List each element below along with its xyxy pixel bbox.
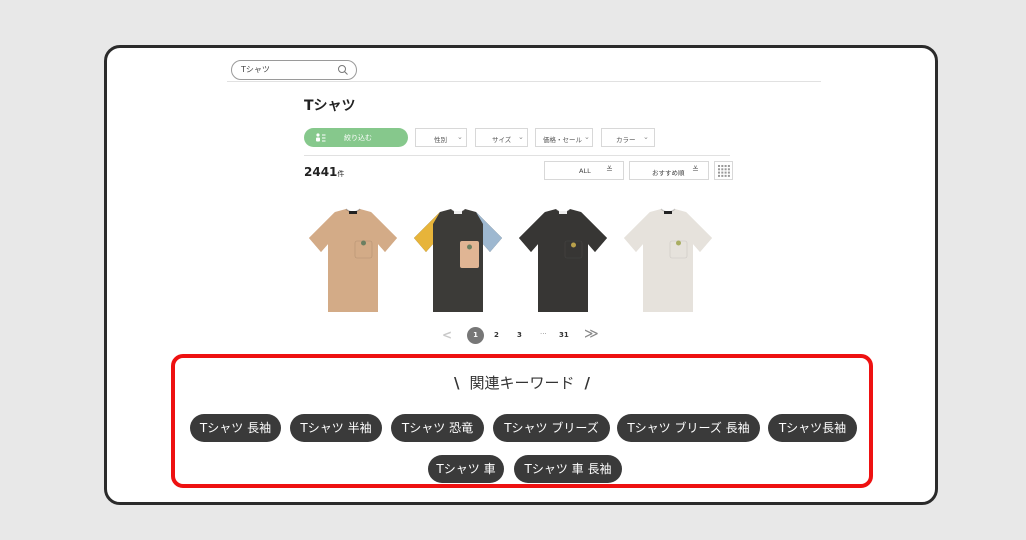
product-card[interactable]: [301, 200, 405, 322]
grid-icon: [718, 165, 730, 177]
dropdown-label: ALL: [579, 167, 591, 175]
page-2-button[interactable]: 2: [494, 331, 499, 339]
dropdown-label: カラー: [616, 136, 636, 144]
filter-icon: [316, 133, 326, 142]
heading-text: 関連キーワード: [469, 374, 575, 392]
chevron-down-icon: ⌄: [457, 133, 463, 141]
keyword-chip[interactable]: Tシャツ 車: [428, 455, 504, 483]
page-1-button[interactable]: 1: [467, 327, 484, 344]
tshirt-image: [301, 200, 405, 322]
price-sale-dropdown[interactable]: 価格・セール ⌄: [535, 128, 593, 147]
search-input[interactable]: Tシャツ: [231, 60, 357, 80]
product-card[interactable]: [616, 200, 720, 322]
page-3-button[interactable]: 3: [517, 331, 522, 339]
keyword-chip[interactable]: Tシャツ 半袖: [290, 414, 382, 442]
tshirt-image: [406, 200, 510, 322]
heading-slash-left: \: [454, 374, 460, 392]
narrow-down-label: 絞り込む: [344, 134, 372, 142]
next-page-button[interactable]: ≫: [584, 326, 599, 342]
page-31-button[interactable]: 31: [559, 331, 569, 339]
heading-slash-right: /: [584, 374, 590, 392]
pagination: < 1 2 3 ··· 31 ≫: [442, 325, 612, 347]
chevron-down-icon: ⌄: [584, 133, 590, 141]
chevron-down-icon: ⌄: [643, 133, 649, 141]
dropdown-label: サイズ: [492, 136, 512, 144]
keyword-chip[interactable]: Tシャツ 長袖: [190, 414, 281, 442]
keyword-chip[interactable]: Tシャツ ブリーズ: [493, 414, 610, 442]
sort-order-dropdown[interactable]: おすすめ順 ≚: [629, 161, 709, 180]
related-keywords-section: \ 関連キーワード / Tシャツ 長袖 Tシャツ 半袖 Tシャツ 恐竜 Tシャツ ブ…: [171, 354, 873, 488]
keyword-chip[interactable]: Tシャツ 車 長袖: [514, 455, 622, 483]
product-card[interactable]: [406, 200, 510, 322]
prev-page-button[interactable]: <: [442, 328, 452, 342]
size-dropdown[interactable]: サイズ ⌄: [475, 128, 528, 147]
double-chevron-down-icon: ≚: [606, 165, 613, 174]
double-chevron-down-icon: ≚: [692, 165, 699, 174]
keyword-chip[interactable]: Tシャツ長袖: [768, 414, 857, 442]
related-keywords-heading: \ 関連キーワード /: [175, 372, 869, 393]
tshirt-image: [616, 200, 720, 322]
color-dropdown[interactable]: カラー ⌄: [601, 128, 655, 147]
dropdown-label: おすすめ順: [652, 169, 685, 177]
dropdown-label: 価格・セール: [543, 136, 582, 144]
page-title: Tシャツ: [304, 98, 356, 114]
grid-view-toggle[interactable]: [714, 161, 733, 180]
search-icon[interactable]: [337, 64, 349, 76]
result-count-unit: 件: [337, 170, 345, 178]
result-count: 2441件: [304, 165, 344, 179]
pagination-ellipsis: ···: [540, 330, 547, 338]
divider: [304, 155, 730, 156]
category-all-dropdown[interactable]: ALL ≚: [544, 161, 624, 180]
divider: [227, 81, 821, 82]
search-value: Tシャツ: [241, 65, 270, 74]
tshirt-image: [511, 200, 615, 322]
filter-bar: 絞り込む 性別 ⌄ サイズ ⌄ 価格・セール ⌄ カラー ⌄: [304, 128, 730, 148]
dropdown-label: 性別: [434, 136, 447, 144]
narrow-down-button[interactable]: 絞り込む: [304, 128, 408, 147]
result-count-number: 2441: [304, 165, 338, 179]
keyword-chip[interactable]: Tシャツ 恐竜: [391, 414, 484, 442]
chevron-down-icon: ⌄: [518, 133, 524, 141]
product-card[interactable]: [511, 200, 615, 322]
keyword-chip[interactable]: Tシャツ ブリーズ 長袖: [617, 414, 760, 442]
gender-dropdown[interactable]: 性別 ⌄: [415, 128, 467, 147]
browser-frame: Tシャツ Tシャツ 絞り込む 性別 ⌄ サイズ ⌄ 価格・セール ⌄ カラー ⌄…: [104, 45, 938, 505]
